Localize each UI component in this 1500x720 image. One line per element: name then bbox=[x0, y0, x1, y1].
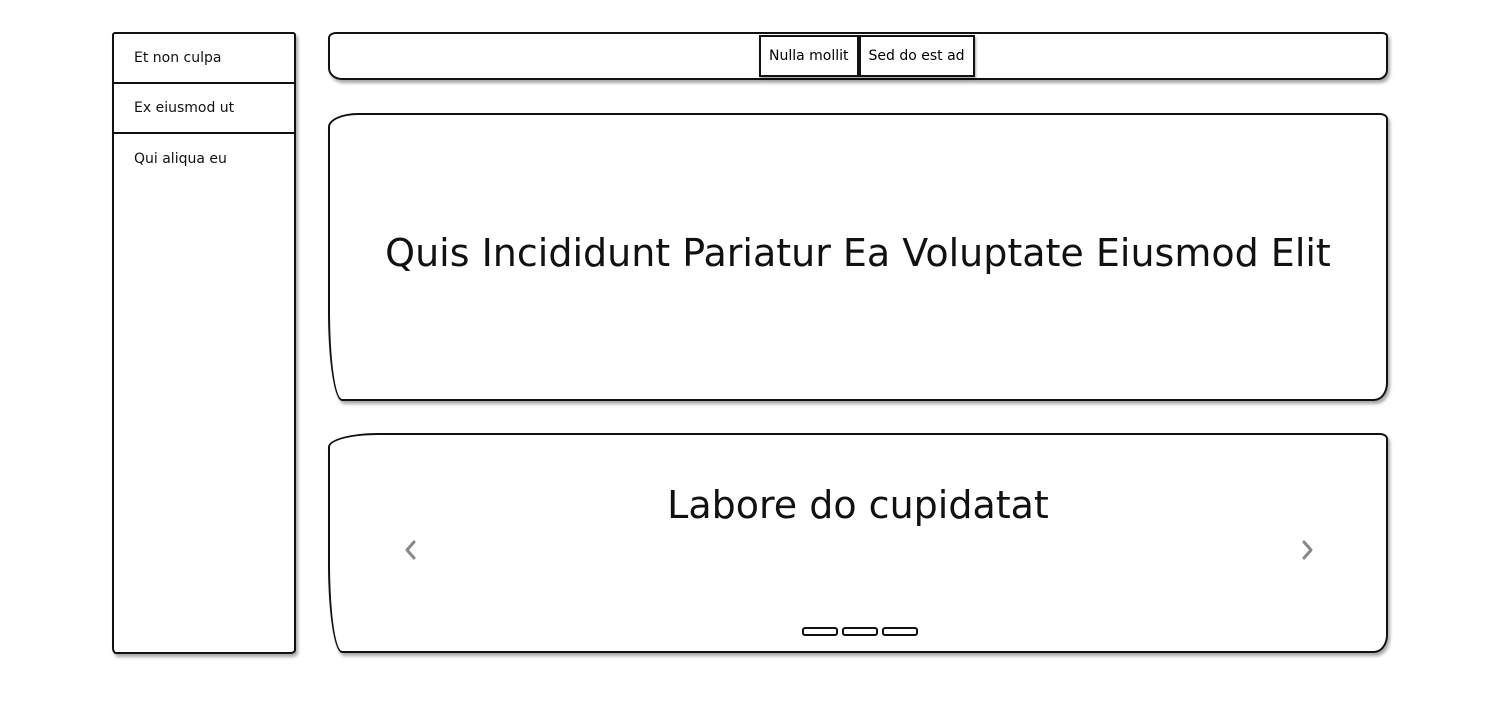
sidebar-item-qui-aliqua-eu[interactable]: Qui aliqua eu bbox=[114, 134, 294, 184]
top-nav-bar: Nulla mollit Sed do est ad bbox=[328, 32, 1388, 80]
carousel: Labore do cupidatat bbox=[328, 433, 1388, 653]
sidebar-item-label: Ex eiusmod ut bbox=[134, 100, 235, 116]
sidebar-item-label: Et non culpa bbox=[134, 50, 222, 66]
carousel-indicator[interactable] bbox=[882, 627, 918, 636]
nav-button-group: Nulla mollit Sed do est ad bbox=[759, 35, 975, 77]
carousel-indicator[interactable] bbox=[802, 627, 838, 636]
sidebar: Et non culpa Ex eiusmod ut Qui aliqua eu bbox=[112, 32, 296, 654]
sidebar-item-label: Qui aliqua eu bbox=[134, 151, 227, 167]
sidebar-item-et-non-culpa[interactable]: Et non culpa bbox=[114, 34, 294, 84]
nav-button-nulla-mollit[interactable]: Nulla mollit bbox=[759, 35, 859, 77]
hero-title: Quis Incididunt Pariatur Ea Voluptate Ei… bbox=[385, 231, 1331, 275]
sidebar-item-ex-eiusmod-ut[interactable]: Ex eiusmod ut bbox=[114, 84, 294, 134]
carousel-slide-title: Labore do cupidatat bbox=[667, 483, 1049, 527]
chevron-left-icon[interactable] bbox=[399, 535, 421, 565]
carousel-indicator[interactable] bbox=[842, 627, 878, 636]
hero-panel: Quis Incididunt Pariatur Ea Voluptate Ei… bbox=[328, 113, 1388, 401]
nav-button-sed-do-est-ad[interactable]: Sed do est ad bbox=[858, 35, 975, 77]
chevron-right-icon[interactable] bbox=[1297, 535, 1319, 565]
carousel-indicators bbox=[802, 627, 922, 636]
